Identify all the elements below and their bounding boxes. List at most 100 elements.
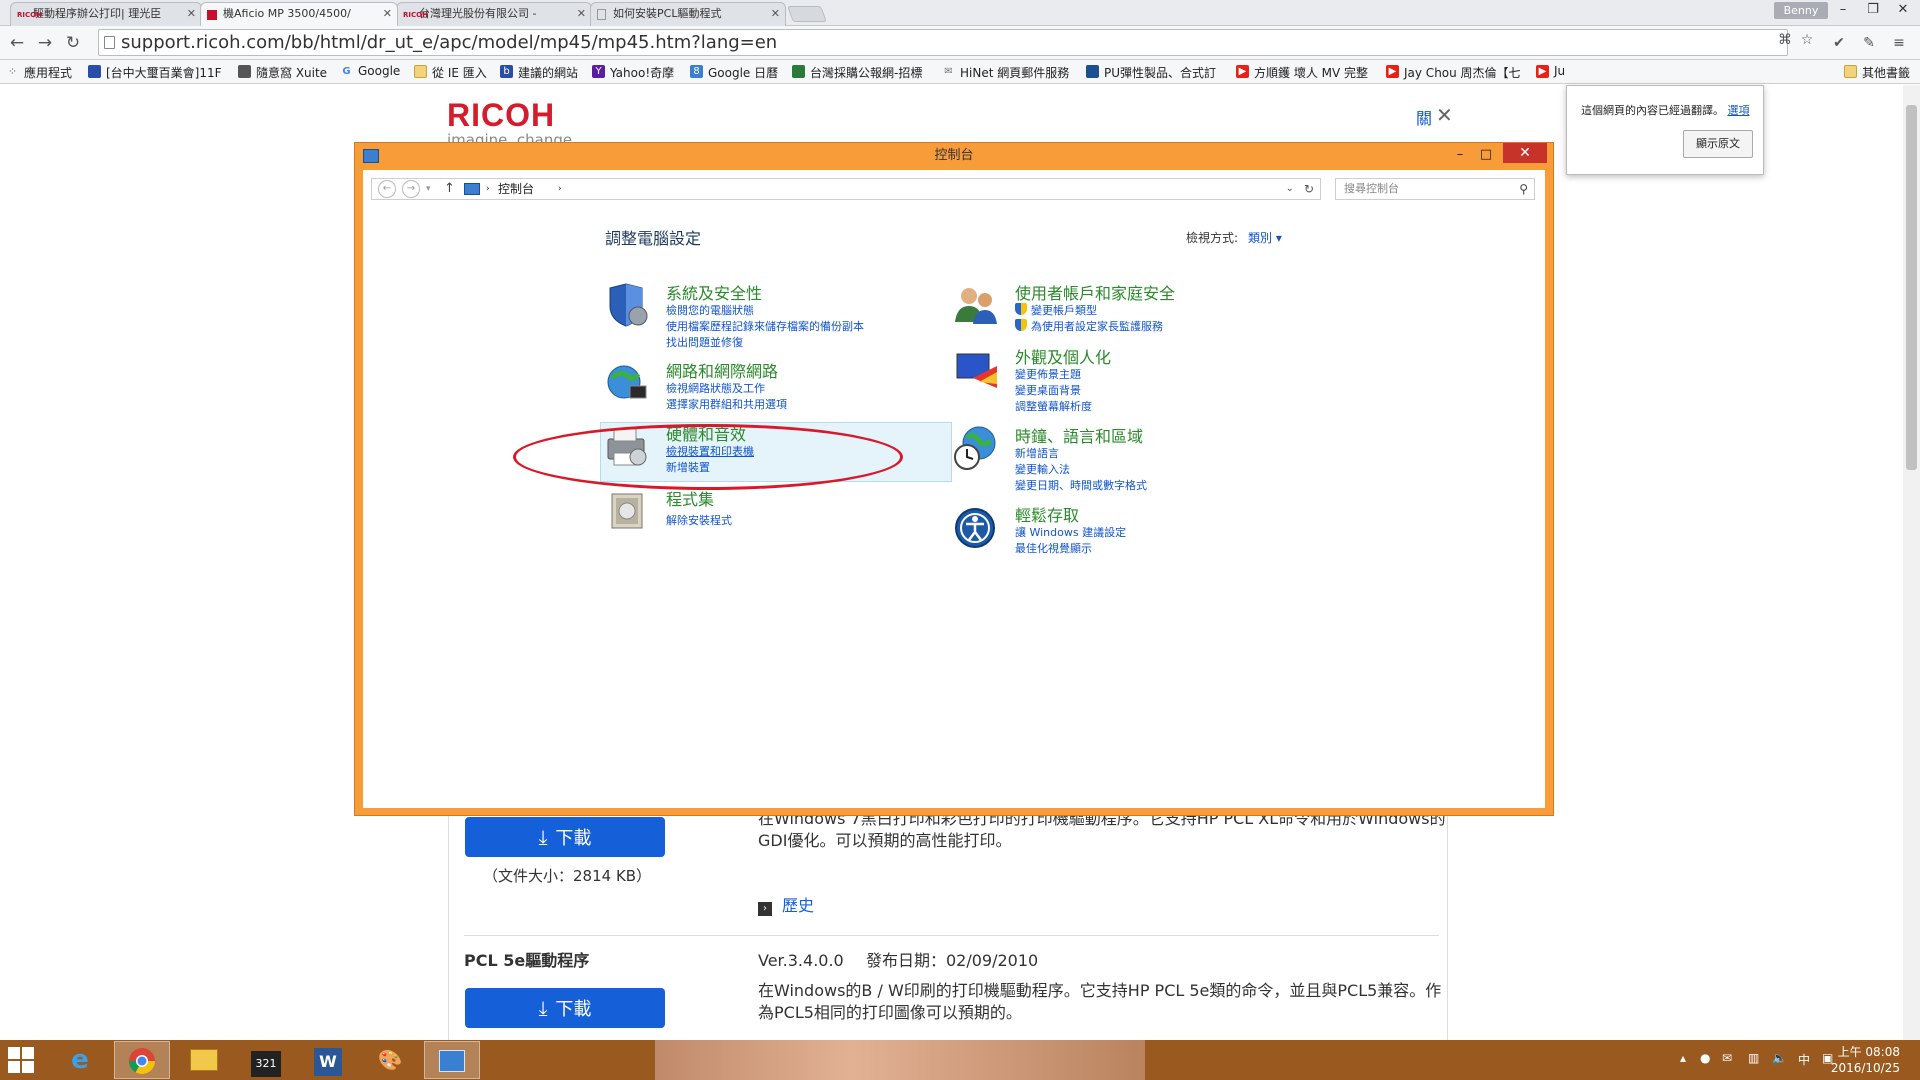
view-by-dropdown[interactable]: 類別 ▾ [1248,231,1282,245]
refresh-icon[interactable]: ↻ [1304,179,1314,199]
extension-check-icon[interactable]: ✔ [1830,34,1848,52]
network-icon[interactable]: ▥ [1748,1051,1759,1065]
close-icon[interactable]: ✕ [1888,0,1918,20]
link-windows-suggest[interactable]: 讓 Windows 建議設定 [1015,524,1126,540]
translate-icon[interactable]: ⌘ [1776,31,1794,49]
minimize-icon[interactable]: – [1447,145,1473,165]
bookmark-apps[interactable]: ⁘ 應用程式 [6,64,72,81]
mail-icon: ✉ [944,66,953,77]
tab-install-pcl[interactable]: 如何安裝PCL驅動程式 ✕ [590,2,786,26]
tab-close-icon[interactable]: ✕ [383,3,392,25]
file-explorer-icon[interactable] [176,1041,232,1079]
scrollbar-thumb[interactable] [1906,105,1917,470]
download-button[interactable]: ⤓ 下載 [465,817,665,857]
tab-close-icon[interactable]: ✕ [187,3,196,25]
tab-close-icon[interactable]: ✕ [771,3,780,25]
link-change-account-type[interactable]: 變更帳戶類型 [1015,302,1097,318]
chevron-right-icon[interactable]: › [558,179,562,199]
link-change-input[interactable]: 變更輸入法 [1015,461,1070,477]
history-link[interactable]: › 歷史 [758,895,814,917]
forward-arrow-icon[interactable]: → [402,180,420,198]
address-bar[interactable]: support.ricoh.com/bb/html/dr_ut_e/apc/mo… [98,29,1788,56]
paint-icon[interactable]: 🎨 [362,1041,418,1079]
close-window-button[interactable]: ✕ [1503,143,1547,163]
link-change-background[interactable]: 變更桌面背景 [1015,382,1081,398]
link-uninstall[interactable]: 解除安裝程式 [666,512,732,528]
bookmark-item[interactable]: ▶ Jay Chou 周杰倫【七 [1386,64,1521,81]
bookmark-item[interactable]: 隨意窩 Xuite [238,64,327,81]
bookmark-item[interactable]: Y Yahoo!奇摩 [592,64,674,81]
search-icon[interactable]: ⚲ [1519,179,1528,199]
bookmark-item[interactable]: 8 Google 日曆 [690,64,778,81]
extension-tool-icon[interactable]: ✎ [1860,34,1878,52]
bookmark-item[interactable]: [台中大璽百業會]11F [88,64,222,81]
close-icon[interactable]: ✕ [1436,103,1453,127]
user-profile-badge[interactable]: Benny [1774,2,1828,19]
bookmark-item[interactable]: 台灣採購公報網-招標 [792,64,922,81]
control-panel-address-bar[interactable]: ← → ▾ ↑ › 控制台 › ⌄ ↻ [371,178,1321,200]
link-troubleshoot[interactable]: 找出問題並修復 [666,334,743,350]
taskbar-clock[interactable]: 上午 08:08 2016/10/25 [1831,1044,1900,1076]
link-date-format[interactable]: 變更日期、時間或數字格式 [1015,477,1147,493]
tray-chat-icon[interactable]: ✉ [1722,1051,1732,1065]
link-change-theme[interactable]: 變更佈景主題 [1015,366,1081,382]
control-panel-search-input[interactable]: 搜尋控制台 ⚲ [1335,178,1535,200]
ricoh-favicon: RICOH [403,11,428,19]
forward-arrow-icon[interactable]: → [34,32,56,54]
translate-options-link[interactable]: 選項 [1728,104,1750,117]
tray-arrow-icon[interactable]: ▴ [1680,1051,1686,1065]
bookmark-item[interactable]: ▶ Ju [1536,64,1565,78]
chevron-down-icon[interactable]: ▾ [426,179,431,199]
bookmark-item[interactable]: 從 IE 匯入 [414,64,487,81]
programs-icon [611,493,643,529]
maximize-icon[interactable]: □ [1473,145,1499,165]
minimize-icon[interactable]: – [1828,0,1858,20]
tab-taiwan-ricoh[interactable]: RICOH 台灣理光股份有限公司 - ✕ [396,2,592,26]
new-tab-button[interactable] [787,6,827,22]
windows-start-icon[interactable] [8,1047,34,1073]
about-link[interactable]: 關 [1416,105,1432,129]
reload-icon[interactable]: ↻ [62,32,84,54]
page-title: 調整電腦設定 [605,229,702,248]
back-arrow-icon[interactable]: ← [6,32,28,54]
link-screen-resolution[interactable]: 調整螢幕解析度 [1015,398,1092,414]
link-check-status[interactable]: 檢閱您的電腦狀態 [666,302,754,318]
restore-icon[interactable]: ❐ [1858,0,1888,20]
link-family-safety[interactable]: 為使用者設定家長監護服務 [1015,318,1163,334]
download-button[interactable]: ⤓ 下載 [465,988,665,1028]
tab-aficio[interactable]: 機Aficio MP 3500/4500/ ✕ [200,2,398,26]
folder-icon [1844,65,1857,78]
bookmark-item[interactable]: ✉ HiNet 網頁郵件服務 [942,64,1069,81]
internet-explorer-icon[interactable]: e [52,1041,108,1079]
control-panel-titlebar[interactable]: 控制台 – □ [355,143,1553,169]
network-globe-icon [607,365,647,399]
back-arrow-icon[interactable]: ← [378,180,396,198]
link-add-language[interactable]: 新增語言 [1015,445,1059,461]
apps-grid-icon: ⁘ [7,65,18,78]
bookmark-item[interactable]: PU彈性製品、合式訂 [1086,64,1216,81]
bookmark-item[interactable]: ▶ 方順鑊 壞人 MV 完整 [1236,64,1368,81]
up-arrow-icon[interactable]: ↑ [444,179,455,199]
appearance-icon [956,353,997,388]
tab-ricoh-driver[interactable]: RICOH 驅動程序辦公打印| 理光臣 ✕ [10,2,202,26]
show-original-button[interactable]: 顯示原文 [1683,130,1753,158]
link-file-history[interactable]: 使用檔案歷程記錄來儲存檔案的備份副本 [666,318,864,334]
bookmark-star-icon[interactable]: ☆ [1798,31,1816,49]
word-icon[interactable]: W [300,1041,356,1079]
other-bookmarks[interactable]: 其他書籤 [1844,64,1910,81]
link-network-status[interactable]: 檢視網路狀態及工作 [666,380,765,396]
breadcrumb[interactable]: 控制台 [498,179,534,199]
tray-app-icon[interactable]: ● [1700,1051,1710,1065]
volume-icon[interactable]: 🔈 [1772,1051,1787,1065]
media-player-icon[interactable]: 321 [238,1041,294,1079]
control-panel-taskbar-icon[interactable] [424,1041,480,1079]
link-optimize-display[interactable]: 最佳化視覺顯示 [1015,540,1092,556]
bookmark-item[interactable]: b 建議的網站 [500,64,578,81]
chrome-icon[interactable] [114,1041,170,1079]
tab-close-icon[interactable]: ✕ [577,3,586,25]
chevron-down-icon[interactable]: ⌄ [1286,179,1294,199]
ime-indicator[interactable]: 中 [1798,1051,1810,1068]
bookmark-item[interactable]: G Google [340,64,400,78]
link-homegroup[interactable]: 選擇家用群組和共用選項 [666,396,787,412]
menu-icon[interactable]: ≡ [1890,34,1908,52]
